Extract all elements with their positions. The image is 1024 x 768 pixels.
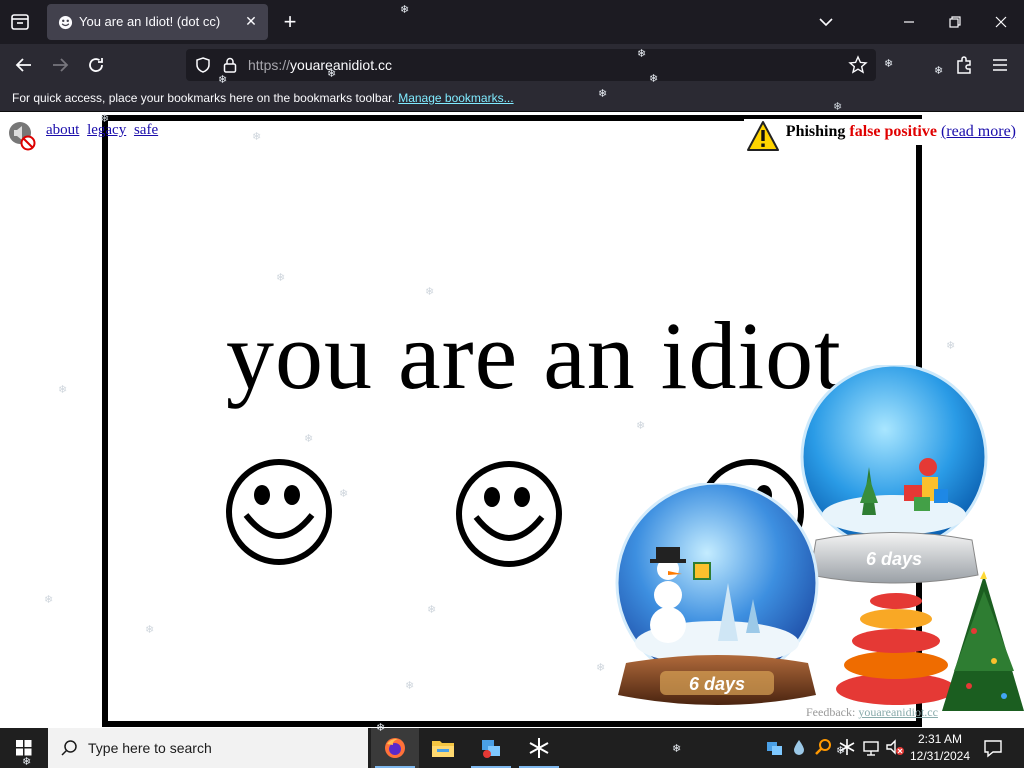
- new-tab-button[interactable]: +: [281, 10, 299, 34]
- plus-icon: +: [283, 9, 297, 34]
- volume-mute-icon[interactable]: [884, 736, 906, 758]
- taskbar-network-app[interactable]: [467, 728, 515, 768]
- url-host: youareanidiot.cc: [290, 57, 392, 73]
- legacy-link[interactable]: legacy: [87, 122, 126, 138]
- web-page: about legacy safe Phishing false positiv…: [0, 113, 1024, 727]
- headline: you are an idiot: [226, 302, 842, 409]
- search-tray-icon[interactable]: [812, 736, 834, 758]
- url-protocol: https://: [248, 57, 291, 73]
- system-clock[interactable]: 2:31 AM 12/31/2024: [906, 731, 974, 765]
- url-text[interactable]: https://youareanidiot.cc: [248, 57, 392, 73]
- maximize-icon[interactable]: [945, 12, 965, 32]
- firefox-icon: [385, 738, 405, 758]
- forward-arrow-icon[interactable]: [48, 53, 72, 77]
- droplet-icon[interactable]: [788, 736, 810, 758]
- taskbar-snow-app[interactable]: [515, 728, 563, 768]
- page-links: about legacy safe: [46, 122, 162, 139]
- phishing-notice: Phishing false positive (read more): [743, 119, 1018, 151]
- safe-link[interactable]: safe: [134, 122, 158, 138]
- close-window-icon[interactable]: [991, 12, 1011, 32]
- warning-icon: [746, 121, 779, 151]
- notice-prefix: Phishing: [785, 123, 846, 140]
- snowflake-tray-icon[interactable]: [836, 736, 858, 758]
- navigation-toolbar: https://youareanidiot.cc: [0, 44, 1024, 86]
- tab-active[interactable]: You are an Idiot! (dot cc) ✕: [47, 4, 268, 40]
- snow-globe-icon: 6 days: [800, 365, 988, 584]
- about-link[interactable]: about: [46, 122, 79, 138]
- network-icon: [482, 740, 500, 758]
- lock-icon[interactable]: [222, 56, 238, 74]
- windows-start-icon[interactable]: [0, 728, 48, 768]
- taskbar: Type here to search 2:31 AM 12/31/2024: [0, 728, 1024, 768]
- globe-label: 6 days: [689, 674, 745, 694]
- tray-app-icon[interactable]: [764, 736, 786, 758]
- network-status-icon[interactable]: [860, 736, 882, 758]
- search-placeholder: Type here to search: [88, 740, 212, 756]
- smiley-favicon-icon: [58, 15, 73, 30]
- extensions-icon[interactable]: [952, 53, 976, 77]
- notification-icon[interactable]: [982, 737, 1004, 759]
- globe-label: 6 days: [866, 549, 922, 569]
- minimize-icon[interactable]: [899, 12, 919, 32]
- bookmarks-toolbar: For quick access, place your bookmarks h…: [0, 86, 1024, 112]
- manage-bookmarks-link[interactable]: Manage bookmarks...: [398, 91, 513, 105]
- close-icon[interactable]: ✕: [243, 14, 259, 30]
- read-more-link[interactable]: (read more): [941, 123, 1016, 140]
- taskbar-search[interactable]: Type here to search: [48, 728, 368, 768]
- reload-icon[interactable]: [84, 53, 108, 77]
- star-icon[interactable]: [848, 55, 868, 75]
- menu-icon[interactable]: [988, 53, 1012, 77]
- smiley-icon: [456, 461, 562, 567]
- bookmarks-hint: For quick access, place your bookmarks h…: [12, 91, 395, 105]
- search-icon: [61, 740, 77, 756]
- tab-title: You are an Idiot! (dot cc): [79, 14, 221, 29]
- christmas-tree-icon: [836, 571, 1024, 711]
- clock-date: 12/31/2024: [909, 749, 971, 763]
- speaker-mute-icon[interactable]: [6, 121, 38, 151]
- tab-bar: You are an Idiot! (dot cc) ✕ +: [0, 0, 1024, 44]
- snow-globe-icon: 6 days: [615, 483, 819, 705]
- tab-list-icon: [11, 14, 29, 30]
- url-bar[interactable]: https://youareanidiot.cc: [186, 49, 876, 81]
- snowflake-icon: [529, 738, 549, 758]
- chevron-down-icon[interactable]: [816, 12, 836, 32]
- clock-time: 2:31 AM: [917, 732, 963, 746]
- smiley-icon: [226, 459, 332, 565]
- taskbar-firefox[interactable]: [371, 728, 419, 768]
- tab-list-button[interactable]: [6, 9, 34, 35]
- notice-highlight: false positive: [849, 123, 937, 140]
- file-explorer-icon: [432, 741, 454, 757]
- back-arrow-icon[interactable]: [12, 53, 36, 77]
- taskbar-file-explorer[interactable]: [419, 728, 467, 768]
- shield-icon[interactable]: [194, 56, 212, 74]
